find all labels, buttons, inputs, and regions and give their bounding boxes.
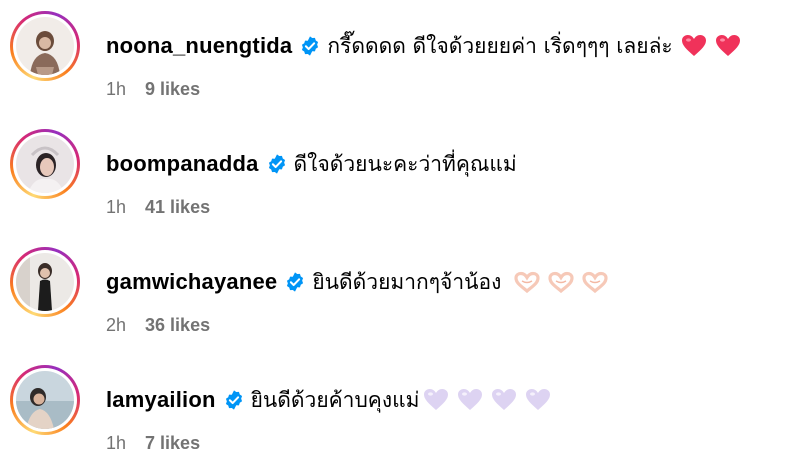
avatar[interactable] bbox=[10, 129, 80, 199]
heart-hands-icon bbox=[547, 271, 575, 293]
username[interactable]: boompanadda bbox=[106, 151, 259, 177]
avatar[interactable] bbox=[10, 11, 80, 81]
comment-item: noona_nuengtida กรี๊ดดดด ดีใจด้วยยยค่า เ… bbox=[0, 0, 800, 118]
username[interactable]: lamyailion bbox=[106, 387, 216, 413]
verified-badge-icon bbox=[284, 271, 306, 293]
likes-count[interactable]: 36 likes bbox=[145, 315, 210, 336]
comment-item: lamyailion ยินดีด้วยค้าบคุงแม่ 1h 7 like… bbox=[0, 354, 800, 472]
comment-text: ยินดีด้วยมากๆจ้าน้อง bbox=[312, 269, 502, 294]
likes-count[interactable]: 7 likes bbox=[145, 433, 200, 454]
comment-item: boompanadda ดีใจด้วยนะคะว่าที่คุณแม่ 1h … bbox=[0, 118, 800, 236]
username[interactable]: noona_nuengtida bbox=[106, 33, 292, 59]
comment-time: 1h bbox=[106, 78, 127, 99]
white-heart-icon bbox=[491, 388, 517, 412]
white-heart-icon bbox=[525, 388, 551, 412]
likes-count[interactable]: 41 likes bbox=[145, 197, 210, 218]
avatar-photo bbox=[16, 135, 74, 193]
red-heart-icon bbox=[715, 34, 741, 58]
avatar-photo bbox=[16, 371, 74, 429]
heart-hands-icon bbox=[513, 271, 541, 293]
verified-badge-icon bbox=[299, 35, 321, 57]
verified-badge-icon bbox=[223, 389, 245, 411]
comment-time: 1h bbox=[106, 196, 127, 217]
username[interactable]: gamwichayanee bbox=[106, 269, 277, 295]
comment-item: gamwichayanee ยินดีด้วยมากๆจ้าน้อง 2h 36… bbox=[0, 236, 800, 354]
white-heart-icon bbox=[423, 388, 449, 412]
avatar[interactable] bbox=[10, 247, 80, 317]
heart-hands-icon bbox=[581, 271, 609, 293]
avatar[interactable] bbox=[10, 365, 80, 435]
comment-text: ดีใจด้วยนะคะว่าที่คุณแม่ bbox=[293, 151, 517, 176]
avatar-photo bbox=[16, 253, 74, 311]
red-heart-icon bbox=[681, 34, 707, 58]
verified-badge-icon bbox=[266, 153, 288, 175]
comment-text: ยินดีด้วยค้าบคุงแม่ bbox=[250, 387, 420, 412]
comment-time: 2h bbox=[106, 314, 127, 335]
comment-text: กรี๊ดดดด ดีใจด้วยยยค่า เริ่ดๆๆๆ เลยล่ะ bbox=[327, 33, 673, 58]
comment-time: 1h bbox=[106, 432, 127, 453]
white-heart-icon bbox=[457, 388, 483, 412]
avatar-photo bbox=[16, 17, 74, 75]
likes-count[interactable]: 9 likes bbox=[145, 79, 200, 100]
